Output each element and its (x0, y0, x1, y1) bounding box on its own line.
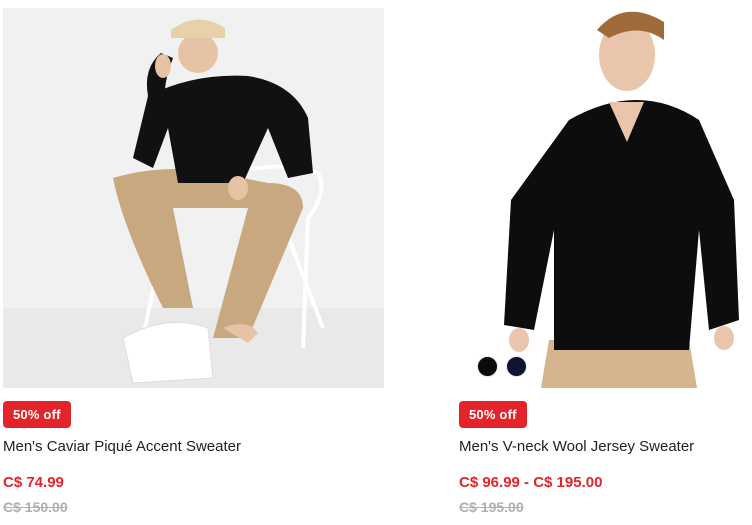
discount-badge: 50% off (3, 401, 71, 428)
original-price: C$ 195.00 (459, 499, 524, 515)
product-name[interactable]: Men's Caviar Piqué Accent Sweater (3, 438, 241, 455)
product-photo-sitting-model (3, 8, 384, 388)
product-card[interactable]: 50% off Men's V-neck Wool Jersey Sweater… (459, 0, 752, 515)
color-swatches (477, 356, 527, 377)
original-price: C$ 150.00 (3, 499, 68, 515)
color-swatch-black[interactable] (477, 356, 498, 377)
sale-price: C$ 96.99 - C$ 195.00 (459, 474, 603, 491)
sale-price: C$ 74.99 (3, 474, 64, 491)
product-name[interactable]: Men's V-neck Wool Jersey Sweater (459, 438, 694, 455)
product-image[interactable] (459, 0, 752, 388)
product-photo-standing-model (459, 0, 752, 388)
color-swatch-navy[interactable] (506, 356, 527, 377)
discount-badge: 50% off (459, 401, 527, 428)
product-card[interactable]: 50% off Men's Caviar Piqué Accent Sweate… (3, 0, 384, 515)
product-image[interactable] (3, 8, 384, 388)
